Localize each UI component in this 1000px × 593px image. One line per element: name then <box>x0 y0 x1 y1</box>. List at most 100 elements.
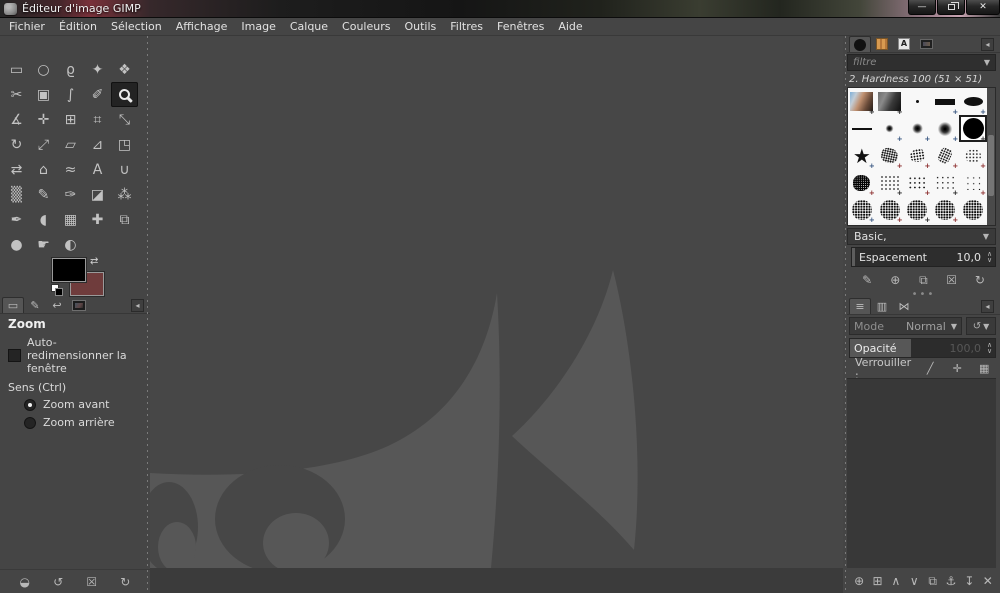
spin-down-icon[interactable]: ∨ <box>987 348 992 354</box>
brush-hardness-025[interactable]: + <box>876 115 904 142</box>
layer-mode-select[interactable]: Mode Normal ▼ <box>849 317 962 335</box>
tool-clone[interactable]: ▦ <box>57 207 84 232</box>
restore-tool-preset-button[interactable]: ↺ <box>50 574 66 590</box>
brush-clipboard-mask[interactable]: + <box>876 88 904 115</box>
tool-rectangle-select[interactable]: ▭ <box>3 57 30 82</box>
brush-sparks-1[interactable]: + <box>876 169 904 196</box>
menu-couleurs[interactable]: Couleurs <box>335 19 397 34</box>
menu-edition[interactable]: Édition <box>52 19 104 34</box>
brush-hline[interactable] <box>848 115 876 142</box>
menu-calque[interactable]: Calque <box>283 19 335 34</box>
layers-tab[interactable]: ≡ <box>849 298 871 314</box>
refresh-brushes-button[interactable]: ↻ <box>972 272 988 288</box>
tool-options-tab-menu-button[interactable]: ◂ <box>131 299 144 312</box>
brush-texture-2[interactable]: + <box>876 196 904 223</box>
anchor-layer-button[interactable]: ⚓ <box>943 573 959 589</box>
images-tab[interactable] <box>68 297 90 313</box>
menu-fenetres[interactable]: Fenêtres <box>490 19 551 34</box>
tool-select-by-color[interactable]: ❖ <box>111 57 138 82</box>
menu-affichage[interactable]: Affichage <box>169 19 235 34</box>
auto-resize-checkbox[interactable] <box>8 349 21 362</box>
brush-acrylic-3[interactable]: + <box>931 142 959 169</box>
tool-blur-sharpen[interactable]: ● <box>3 232 30 257</box>
brush-oblong[interactable]: + <box>959 88 987 115</box>
tool-heal[interactable]: ✚ <box>84 207 111 232</box>
new-layer-button[interactable]: ⊕ <box>851 573 867 589</box>
tool-unified-transform[interactable]: ⤡ <box>111 107 138 132</box>
brush-sparks-2[interactable]: + <box>904 169 932 196</box>
tool-flip[interactable]: ⇄ <box>3 157 30 182</box>
brush-hardness-075[interactable]: + <box>931 115 959 142</box>
foreground-color-swatch[interactable] <box>52 258 86 282</box>
dock-splitter-handle[interactable]: ••• <box>847 291 1000 298</box>
menu-filtres[interactable]: Filtres <box>443 19 490 34</box>
spacing-slider[interactable]: Espacement 10,0 ∧∨ <box>851 247 996 267</box>
minimize-button[interactable]: — <box>908 0 936 15</box>
tool-scissors-select[interactable]: ✂ <box>3 82 30 107</box>
tool-3d-transform[interactable]: ◳ <box>111 132 138 157</box>
brush-star[interactable]: ★+ <box>848 142 876 169</box>
brushes-tab[interactable] <box>849 36 871 52</box>
menu-image[interactable]: Image <box>234 19 282 34</box>
tool-fuzzy-select[interactable]: ✦ <box>84 57 111 82</box>
tool-paintbrush[interactable]: ✑ <box>57 182 84 207</box>
tool-eraser[interactable]: ◪ <box>84 182 111 207</box>
duplicate-layer-button[interactable]: ⧉ <box>925 573 941 589</box>
brush-block[interactable]: + <box>931 88 959 115</box>
tool-gradient[interactable]: ▒ <box>3 182 30 207</box>
tool-airbrush[interactable]: ⁂ <box>111 182 138 207</box>
device-status-tab[interactable]: ✎ <box>24 297 46 313</box>
radio-unselected[interactable] <box>24 417 36 429</box>
new-layer-group-button[interactable]: ⊞ <box>870 573 886 589</box>
tool-color-picker[interactable]: ✐ <box>84 82 111 107</box>
undo-history-tab[interactable]: ↩ <box>46 297 68 313</box>
channels-tab[interactable]: ▥ <box>871 298 893 314</box>
canvas-area[interactable] <box>150 36 843 593</box>
brush-acrylic-2[interactable]: + <box>904 142 932 169</box>
reset-tool-options-button[interactable]: ↻ <box>117 574 133 590</box>
tool-smudge[interactable]: ☛ <box>30 232 57 257</box>
swap-colors-icon[interactable]: ⇄ <box>90 256 98 267</box>
tool-ink[interactable]: ✒ <box>3 207 30 232</box>
brush-texture-4[interactable]: + <box>931 196 959 223</box>
brush-texture-1[interactable]: + <box>848 196 876 223</box>
save-tool-preset-button[interactable]: ◒ <box>17 574 33 590</box>
brush-scrollbar-thumb[interactable] <box>988 135 994 197</box>
lock-pixels-button[interactable]: ╱ <box>922 361 938 377</box>
spin-down-icon[interactable]: ∨ <box>987 257 992 263</box>
spacing-spinner[interactable]: ∧∨ <box>984 248 995 266</box>
brush-pixel[interactable] <box>904 88 932 115</box>
raise-layer-button[interactable]: ∧ <box>888 573 904 589</box>
close-button[interactable]: ✕ <box>966 0 1000 15</box>
duplicate-brush-button[interactable]: ⧉ <box>915 272 931 288</box>
tool-perspective-clone[interactable]: ⧉ <box>111 207 138 232</box>
merge-layer-button[interactable]: ↧ <box>961 573 977 589</box>
tool-rotate[interactable]: ↻ <box>3 132 30 157</box>
menu-aide[interactable]: Aide <box>551 19 589 34</box>
brushes-tab-menu-button[interactable]: ◂ <box>981 38 994 51</box>
menu-fichier[interactable]: Fichier <box>2 19 52 34</box>
tool-foreground-select[interactable]: ▣ <box>30 82 57 107</box>
tool-measure[interactable]: ∡ <box>3 107 30 132</box>
menu-outils[interactable]: Outils <box>397 19 443 34</box>
tool-warp-transform[interactable]: ≈ <box>57 157 84 182</box>
tool-dodge-burn[interactable]: ◐ <box>57 232 84 257</box>
restore-button[interactable] <box>937 0 965 15</box>
brush-splatter[interactable]: + <box>848 169 876 196</box>
tool-bucket-fill[interactable]: ∪ <box>111 157 138 182</box>
brush-filter-input[interactable]: filtre ▼ <box>847 54 996 71</box>
brush-acrylic-1[interactable]: + <box>876 142 904 169</box>
delete-brush-button[interactable]: ☒ <box>944 272 960 288</box>
new-brush-button[interactable]: ⊕ <box>887 272 903 288</box>
tool-pencil[interactable]: ✎ <box>30 182 57 207</box>
brush-sparks-3[interactable]: + <box>931 169 959 196</box>
opacity-spinner[interactable]: ∧∨ <box>984 339 995 357</box>
brush-acrylic-4[interactable]: + <box>959 142 987 169</box>
default-colors-icon[interactable] <box>51 284 63 296</box>
brush-clipboard-image[interactable]: + <box>848 88 876 115</box>
layer-mode-reset-button[interactable]: ↺ ▼ <box>966 317 996 335</box>
tool-paths[interactable]: ∫ <box>57 82 84 107</box>
lock-alpha-button[interactable]: ▦ <box>976 361 992 377</box>
paths-tab[interactable]: ⋈ <box>893 298 915 314</box>
lower-layer-button[interactable]: ∨ <box>906 573 922 589</box>
